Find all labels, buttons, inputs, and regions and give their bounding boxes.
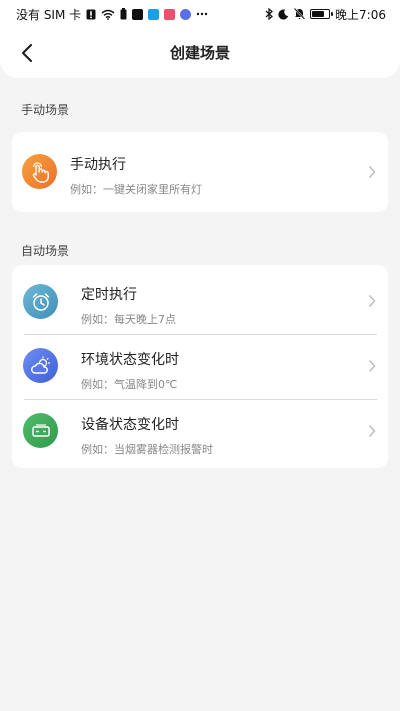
- music-app-icon: [180, 8, 192, 20]
- divider: [24, 399, 377, 400]
- page-title: 创建场景: [169, 44, 230, 62]
- auto-section-label: 自动场景: [21, 244, 70, 258]
- item-subtitle: 例如：当烟雾器检测报警时: [81, 443, 213, 456]
- app-icon: [164, 8, 176, 20]
- item-subtitle: 例如：每天晚上7点: [81, 313, 176, 326]
- battery-icon: [310, 9, 334, 19]
- item-subtitle: 例如：气温降到0℃: [81, 378, 178, 391]
- chevron-right-icon: [368, 295, 376, 307]
- environment-change-text: 环境状态变化时 例如：气温降到0℃: [81, 349, 179, 392]
- timed-execute-item[interactable]: 定时执行 例如：每天晚上7点: [12, 269, 388, 333]
- device-change-text: 设备状态变化时 例如：当烟雾器检测报警时: [81, 414, 213, 457]
- more-icon: [196, 12, 208, 16]
- environment-change-item[interactable]: 环境状态变化时 例如：气温降到0℃: [12, 334, 388, 398]
- timed-execute-text: 定时执行 例如：每天晚上7点: [81, 284, 176, 327]
- mute-icon: [294, 8, 306, 20]
- clock: 晚上7:06: [335, 7, 386, 22]
- q-app-icon: [148, 8, 160, 20]
- chevron-right-icon: [368, 166, 376, 178]
- item-title: 定时执行: [81, 287, 137, 303]
- weather-cloud-icon: [23, 348, 58, 383]
- bluetooth-icon: [265, 8, 273, 20]
- status-bar: 没有 SIM 卡 晚上7:06: [0, 0, 400, 28]
- alarm-clock-icon: [23, 284, 58, 319]
- battery-fill: [312, 11, 325, 17]
- status-left: 没有 SIM 卡: [16, 6, 208, 23]
- battery-saver-icon: [120, 8, 127, 20]
- chevron-right-icon: [368, 425, 376, 437]
- manual-execute-text: 手动执行 例如：一键关闭家里所有灯: [70, 154, 202, 197]
- tiktok-app-icon: [132, 8, 144, 20]
- carrier-label: 没有 SIM 卡: [16, 7, 82, 22]
- alert-icon: [86, 9, 96, 20]
- device-change-item[interactable]: 设备状态变化时 例如：当烟雾器检测报警时: [12, 399, 388, 463]
- item-subtitle: 例如：一键关闭家里所有灯: [70, 183, 202, 196]
- chevron-right-icon: [368, 360, 376, 372]
- device-icon: [23, 413, 58, 448]
- status-right: 晚上7:06: [265, 6, 386, 23]
- item-title: 手动执行: [70, 157, 126, 173]
- auto-scene-card: 定时执行 例如：每天晚上7点 环境状态变化时 例如：气温降到0℃ 设备状态变化时…: [12, 265, 388, 468]
- moon-icon: [278, 9, 289, 20]
- header-bar: 创建场景: [0, 28, 400, 78]
- item-title: 环境状态变化时: [81, 352, 179, 368]
- manual-section-label: 手动场景: [21, 103, 70, 117]
- item-title: 设备状态变化时: [81, 417, 179, 433]
- manual-scene-card: 手动执行 例如：一键关闭家里所有灯: [12, 132, 388, 212]
- hand-tap-icon: [22, 154, 57, 189]
- wifi-icon: [101, 9, 115, 20]
- manual-execute-item[interactable]: 手动执行 例如：一键关闭家里所有灯: [12, 132, 388, 212]
- divider: [24, 334, 377, 335]
